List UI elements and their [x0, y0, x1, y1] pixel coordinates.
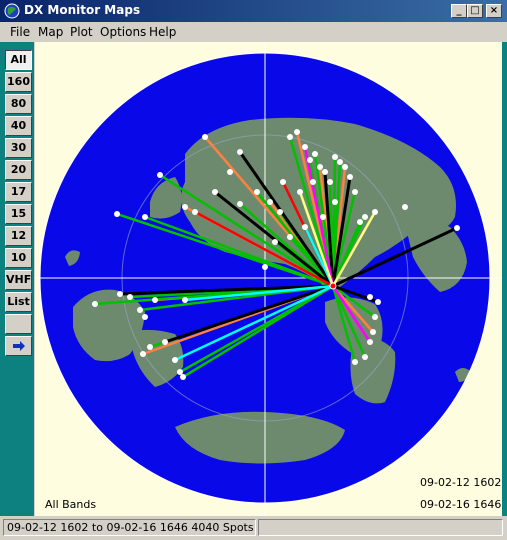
band-160-button[interactable]: 160: [5, 72, 32, 92]
menu-help[interactable]: Help: [149, 25, 176, 39]
spot-endpoint: [310, 179, 316, 185]
spot-endpoint: [262, 264, 268, 270]
spot-endpoint: [367, 294, 373, 300]
spot-endpoint: [320, 214, 326, 220]
title-bar: DX Monitor Maps _ □ ×: [0, 0, 507, 22]
spot-endpoint: [172, 357, 178, 363]
spot-endpoint: [352, 359, 358, 365]
spot-endpoint: [212, 189, 218, 195]
spot-endpoint: [322, 169, 328, 175]
spot-endpoint: [362, 354, 368, 360]
spot-endpoint: [357, 219, 363, 225]
band-10-button[interactable]: 10: [5, 248, 32, 268]
band-15-button[interactable]: 15: [5, 204, 32, 224]
spot-endpoint: [332, 199, 338, 205]
band-12-button[interactable]: 12: [5, 226, 32, 246]
minimize-button[interactable]: _: [451, 4, 467, 18]
blank-button[interactable]: [5, 314, 32, 334]
spot-endpoint: [267, 199, 273, 205]
spot-endpoint: [142, 214, 148, 220]
spot-endpoint: [372, 209, 378, 215]
spot-endpoint: [152, 297, 158, 303]
spot-endpoint: [192, 209, 198, 215]
band-20-button[interactable]: 20: [5, 160, 32, 180]
spot-endpoint: [352, 189, 358, 195]
time-end-label: 09-02-16 1646: [420, 498, 502, 511]
spot-endpoint: [177, 369, 183, 375]
spot-endpoint: [280, 179, 286, 185]
band-toolbar: All 160 80 40 30 20 17 15 12 10 VHF List: [0, 42, 34, 516]
menu-bar: File Map Plot Options Help: [0, 22, 507, 42]
maximize-button[interactable]: □: [467, 4, 483, 18]
spot-endpoint: [254, 189, 260, 195]
spot-endpoint: [312, 151, 318, 157]
menu-options[interactable]: Options: [100, 25, 146, 39]
menu-file[interactable]: File: [10, 25, 30, 39]
spot-endpoint: [227, 169, 233, 175]
map-border-strip: [502, 42, 507, 516]
spot-endpoint: [342, 164, 348, 170]
spot-endpoint: [297, 189, 303, 195]
spot-endpoint: [140, 351, 146, 357]
spot-endpoint: [402, 204, 408, 210]
spot-endpoint: [370, 329, 376, 335]
app-icon: [4, 3, 20, 19]
menu-plot[interactable]: Plot: [70, 25, 93, 39]
next-button[interactable]: [5, 336, 32, 356]
status-text: 09-02-12 1602 to 09-02-16 1646 4040 Spot…: [3, 519, 256, 536]
status-pane-empty: [258, 519, 503, 536]
spot-endpoint: [272, 239, 278, 245]
spot-endpoint: [294, 129, 300, 135]
spot-endpoint: [454, 225, 460, 231]
spot-endpoint: [372, 314, 378, 320]
status-bar: 09-02-12 1602 to 09-02-16 1646 4040 Spot…: [0, 516, 507, 540]
spot-endpoint: [277, 209, 283, 215]
spot-endpoint: [327, 179, 333, 185]
spot-endpoint: [92, 301, 98, 307]
band-80-button[interactable]: 80: [5, 94, 32, 114]
spot-endpoint: [347, 174, 353, 180]
arrow-right-icon: [12, 341, 25, 351]
band-label: All Bands: [45, 498, 97, 511]
spot-endpoint: [287, 234, 293, 240]
spot-endpoint: [302, 224, 308, 230]
spot-endpoint: [157, 172, 163, 178]
spot-endpoint: [332, 154, 338, 160]
spot-endpoint: [182, 204, 188, 210]
menu-map[interactable]: Map: [38, 25, 63, 39]
spot-endpoint: [287, 134, 293, 140]
spot-endpoint: [114, 211, 120, 217]
spot-endpoint: [202, 134, 208, 140]
spot-endpoint: [237, 149, 243, 155]
spot-endpoint: [137, 307, 143, 313]
map-view[interactable]: All Bands 09-02-12 1602 09-02-16 1646: [35, 42, 502, 516]
spot-endpoint: [337, 159, 343, 165]
azimuthal-map[interactable]: [35, 42, 502, 516]
spot-endpoint: [117, 291, 123, 297]
window-title: DX Monitor Maps: [24, 3, 141, 17]
band-40-button[interactable]: 40: [5, 116, 32, 136]
spot-endpoint: [307, 157, 313, 163]
spot-endpoint: [127, 294, 133, 300]
home-station-marker: [329, 282, 337, 290]
spot-endpoint: [162, 339, 168, 345]
band-17-button[interactable]: 17: [5, 182, 32, 202]
spot-endpoint: [317, 164, 323, 170]
spot-endpoint: [142, 314, 148, 320]
spot-endpoint: [147, 344, 153, 350]
spot-endpoint: [182, 297, 188, 303]
spot-endpoint: [367, 339, 373, 345]
spot-endpoint: [180, 374, 186, 380]
band-vhf-button[interactable]: VHF: [5, 270, 32, 290]
close-button[interactable]: ×: [486, 4, 502, 18]
spot-endpoint: [237, 201, 243, 207]
spot-endpoint: [362, 214, 368, 220]
band-30-button[interactable]: 30: [5, 138, 32, 158]
spot-endpoint: [375, 299, 381, 305]
time-start-label: 09-02-12 1602: [420, 476, 502, 489]
list-button[interactable]: List: [5, 292, 32, 312]
band-all-button[interactable]: All: [5, 50, 32, 70]
spot-endpoint: [302, 144, 308, 150]
